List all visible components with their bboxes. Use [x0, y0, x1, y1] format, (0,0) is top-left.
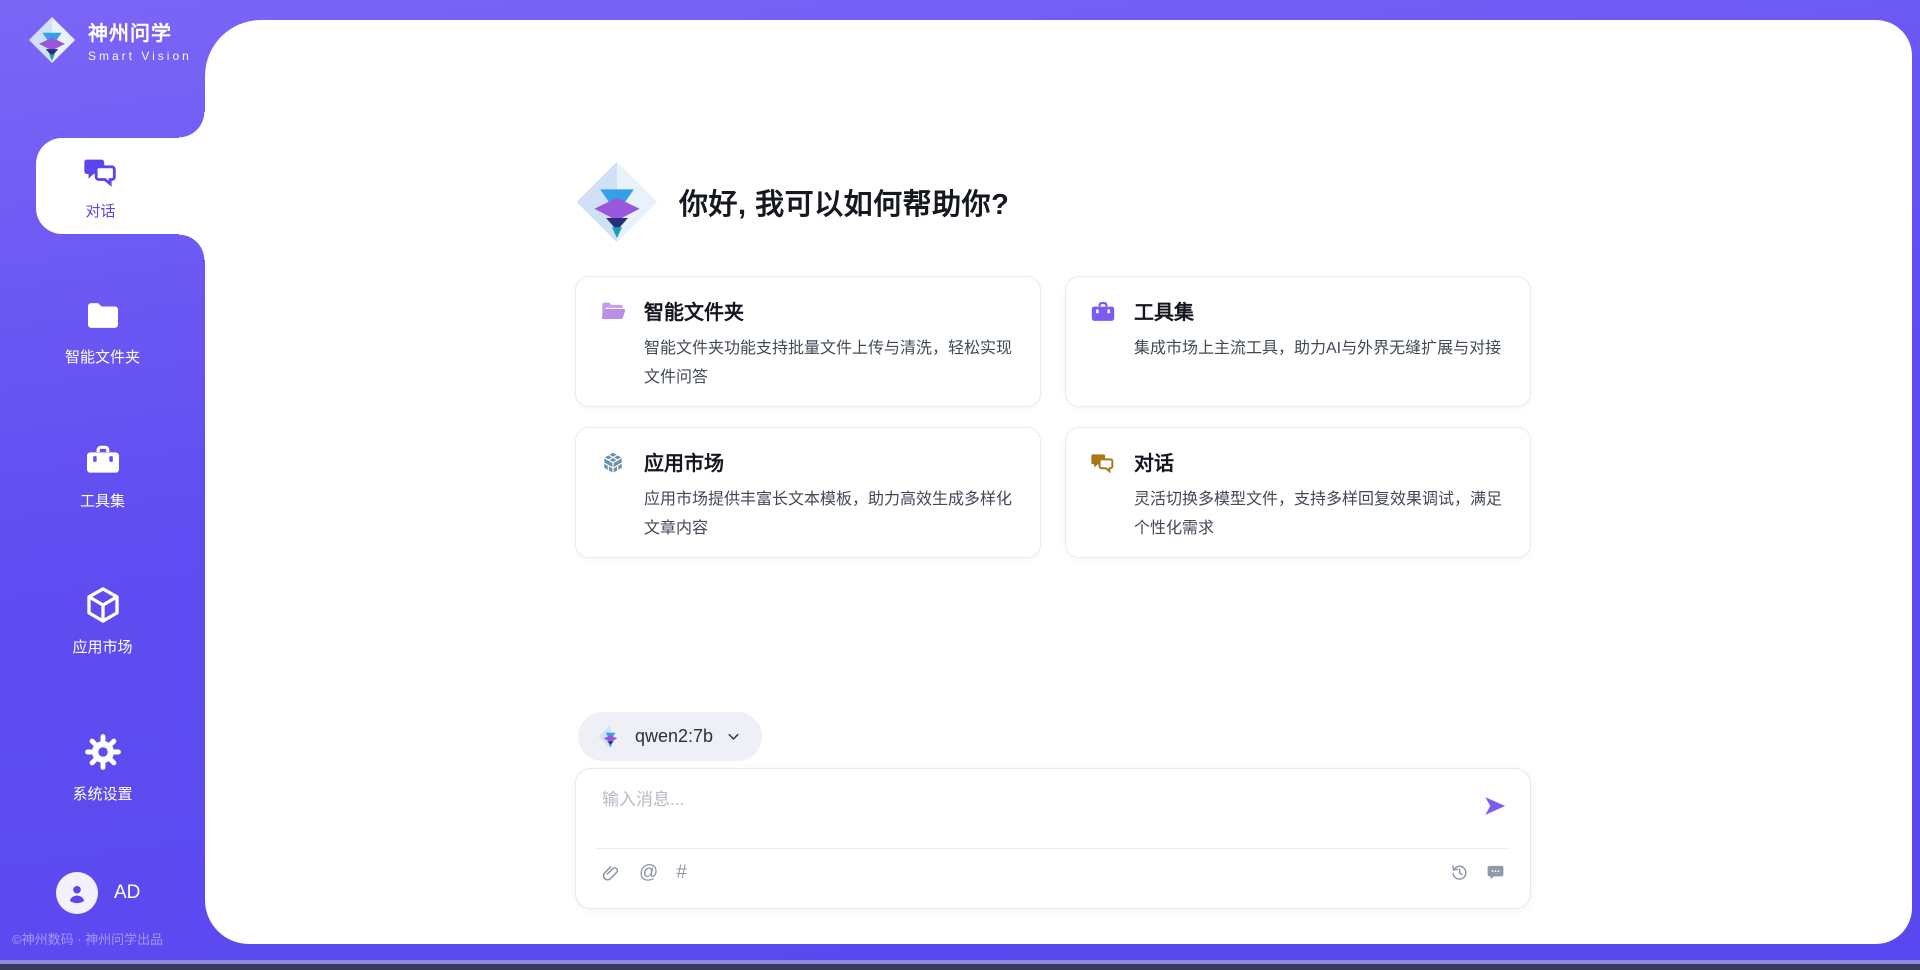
tab-curve-top: [179, 112, 205, 138]
toolbox-icon: [83, 440, 123, 480]
sidebar-item-label: 对话: [85, 200, 115, 221]
sidebar-item-label: 智能文件夹: [65, 346, 140, 367]
toolbox-icon: [1089, 298, 1117, 326]
send-icon: [1482, 793, 1508, 819]
user-profile[interactable]: AD: [56, 872, 140, 914]
brand-name: 神州问学: [88, 17, 192, 46]
mention-icon[interactable]: @: [639, 862, 658, 884]
gear-icon: [82, 731, 124, 773]
sidebar-item-label: 工具集: [80, 490, 125, 511]
composer-divider: [596, 848, 1510, 849]
chat-icon: [1089, 449, 1117, 477]
feature-card-toolbox[interactable]: 工具集 集成市场上主流工具，助力AI与外界无缝扩展与对接: [1065, 276, 1531, 407]
feedback-icon[interactable]: [1485, 862, 1506, 883]
model-selector[interactable]: qwen2:7b: [578, 712, 762, 761]
folder-icon: [83, 296, 123, 336]
hero: 你好, 我可以如何帮助你?: [575, 160, 1009, 244]
feature-cards: 智能文件夹 智能文件夹功能支持批量文件上传与清洗，轻松实现文件问答 工具集 集成…: [575, 276, 1531, 558]
sidebar-item-smart-folder[interactable]: 智能文件夹: [0, 296, 205, 367]
user-initials: AD: [114, 882, 140, 904]
app-window: 神州问学 Smart Vision 对话 智能文件夹 工具集: [0, 0, 1920, 970]
feature-card-smart-folder[interactable]: 智能文件夹 智能文件夹功能支持批量文件上传与清洗，轻松实现文件问答: [575, 276, 1041, 407]
card-description: 智能文件夹功能支持批量文件上传与清洗，轻松实现文件问答: [644, 334, 1014, 392]
card-description: 应用市场提供丰富长文本模板，助力高效生成多样化文章内容: [644, 485, 1014, 543]
brand: 神州问学 Smart Vision: [28, 16, 192, 64]
model-name: qwen2:7b: [635, 726, 713, 747]
feature-card-chat[interactable]: 对话 灵活切换多模型文件，支持多样回复效果调试，满足个性化需求: [1065, 427, 1531, 558]
tab-curve-bottom: [179, 234, 205, 260]
brand-logo-icon: [28, 16, 76, 64]
sidebar-item-chat[interactable]: 对话: [36, 138, 205, 234]
composer-tools: @ #: [600, 862, 687, 884]
folder-open-icon: [599, 298, 627, 326]
brand-logo-icon: [575, 160, 659, 244]
sidebar-item-toolbox[interactable]: 工具集: [0, 440, 205, 511]
sidebar-item-settings[interactable]: 系统设置: [0, 731, 205, 804]
card-title: 对话: [1134, 447, 1504, 476]
model-logo-icon: [598, 724, 623, 749]
send-button[interactable]: [1482, 793, 1508, 819]
card-description: 集成市场上主流工具，助力AI与外界无缝扩展与对接: [1134, 334, 1504, 363]
attachment-icon[interactable]: [600, 863, 621, 884]
blocks-icon: [599, 449, 627, 477]
composer-right-tools: [1449, 862, 1506, 883]
brand-subtitle: Smart Vision: [88, 49, 192, 63]
copyright: ©神州数码 · 神州问学出品: [12, 929, 212, 948]
message-input[interactable]: [600, 783, 1454, 845]
sidebar-item-label: 应用市场: [72, 636, 132, 657]
card-title: 应用市场: [644, 447, 1014, 476]
bottom-edge: [0, 964, 1920, 970]
feature-card-app-market[interactable]: 应用市场 应用市场提供丰富长文本模板，助力高效生成多样化文章内容: [575, 427, 1041, 558]
avatar: [56, 872, 98, 914]
cube-icon: [82, 584, 124, 626]
chat-icon: [81, 152, 121, 192]
hashtag-icon[interactable]: #: [676, 862, 687, 884]
card-description: 灵活切换多模型文件，支持多样回复效果调试，满足个性化需求: [1134, 485, 1504, 543]
card-title: 工具集: [1134, 296, 1504, 325]
sidebar-item-app-market[interactable]: 应用市场: [0, 584, 205, 657]
greeting-title: 你好, 我可以如何帮助你?: [679, 181, 1009, 223]
composer: @ #: [575, 768, 1531, 909]
card-title: 智能文件夹: [644, 296, 1014, 325]
sidebar-item-label: 系统设置: [72, 783, 132, 804]
history-icon[interactable]: [1449, 862, 1470, 883]
chevron-down-icon: [725, 728, 742, 745]
person-icon: [64, 880, 90, 906]
